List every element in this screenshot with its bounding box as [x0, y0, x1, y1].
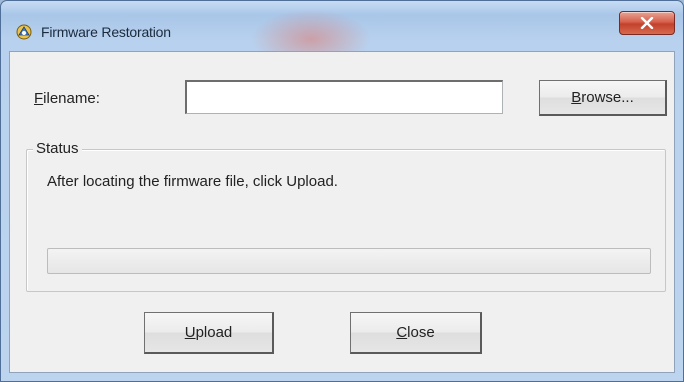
status-group: Status After locating the firmware file,…: [26, 140, 666, 292]
title-bar[interactable]: Firmware Restoration: [1, 1, 683, 51]
filename-label-text: ilename:: [43, 90, 100, 107]
upload-accelerator: U: [184, 324, 196, 341]
close-label: lose: [407, 324, 435, 341]
browse-label: rowse...: [581, 89, 634, 106]
progress-bar: [47, 248, 651, 274]
filename-label: Filename:: [34, 90, 100, 107]
status-legend: Status: [33, 140, 82, 157]
filename-label-accelerator: F: [34, 90, 44, 107]
browse-button[interactable]: Browse...: [539, 80, 667, 116]
filename-input[interactable]: [185, 80, 503, 114]
app-icon: [15, 23, 33, 41]
upload-button[interactable]: Upload: [144, 312, 274, 354]
close-accelerator: C: [396, 324, 408, 341]
status-message: After locating the firmware file, click …: [47, 173, 338, 190]
close-button[interactable]: Close: [350, 312, 482, 354]
dialog-client-area: Filename: Browse... Status After locatin…: [9, 51, 675, 373]
close-icon: [640, 17, 654, 29]
browse-accelerator: B: [571, 89, 582, 106]
upload-label: pload: [195, 324, 233, 341]
firmware-restoration-window: Firmware Restoration Filename: Browse...…: [0, 0, 684, 382]
window-close-button[interactable]: [619, 11, 675, 35]
window-title: Firmware Restoration: [41, 24, 171, 40]
